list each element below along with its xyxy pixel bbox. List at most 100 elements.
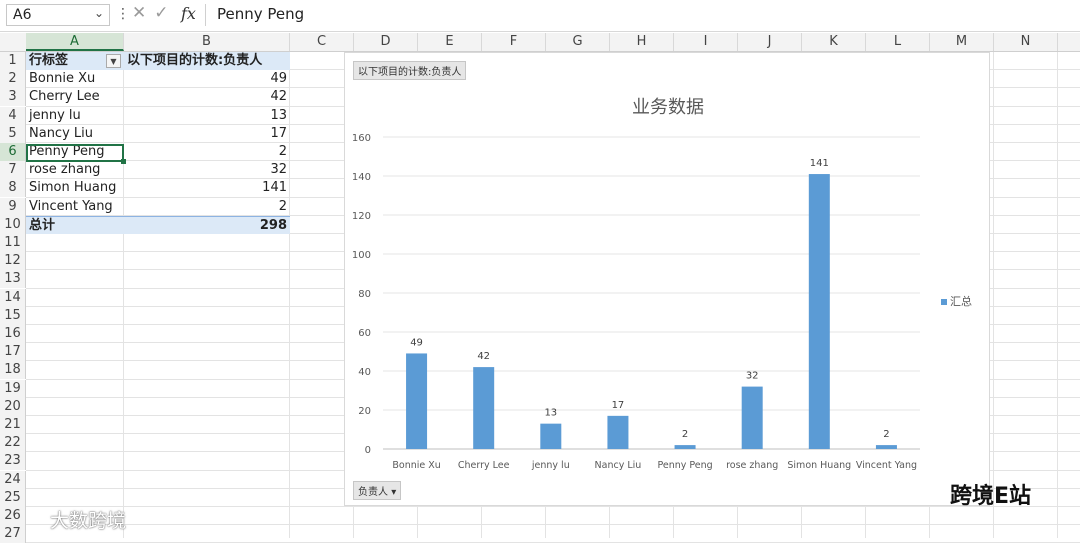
chevron-down-icon[interactable]: ⌄ [94,6,104,20]
bar[interactable] [674,445,696,449]
column-header-i[interactable]: I [674,33,738,51]
column-header-l[interactable]: L [866,33,930,51]
pivot-row-label[interactable]: rose zhang [26,161,124,179]
row-header-8[interactable]: 8 [0,179,26,198]
pivot-row-value[interactable]: 42 [124,88,290,106]
watermark-left-text: 大数跨境 [50,510,127,532]
column-header-n[interactable]: N [994,33,1058,51]
bar[interactable] [406,353,428,449]
column-header-f[interactable]: F [482,33,546,51]
row-header-1[interactable]: 1 [0,52,26,70]
pivot-header-value[interactable]: 以下项目的计数:负责人 [124,52,290,70]
bar[interactable] [473,367,495,449]
column-header-m[interactable]: M [930,33,994,51]
row-header-2[interactable]: 2 [0,70,26,89]
pivot-row-label[interactable]: Cherry Lee [26,88,124,106]
row-header-20[interactable]: 20 [0,397,26,416]
watermark-right: 跨境E站 [950,478,1031,510]
chevron-down-icon: ▾ [391,487,397,498]
pivot-total-label[interactable]: 总计 [26,215,124,234]
data-label: 42 [477,351,490,362]
row-header-9[interactable]: 9 [0,197,26,216]
row-header-10[interactable]: 10 [0,215,26,234]
formula-actions: ✕✓ [132,3,177,23]
row-header-16[interactable]: 16 [0,325,26,343]
pivot-row-value[interactable]: 2 [124,198,290,216]
pivot-row-label[interactable]: Simon Huang [26,179,124,197]
bar[interactable] [540,423,562,449]
pivot-row-label[interactable]: Nancy Liu [26,125,124,143]
close-icon[interactable]: ✕ [132,3,154,23]
legend-swatch [941,299,947,305]
data-label: 13 [544,408,557,419]
pivot-row-value[interactable]: 2 [124,143,290,161]
row-header-25[interactable]: 25 [0,488,26,507]
row-header-15[interactable]: 15 [0,306,26,325]
column-header-e[interactable]: E [418,33,482,51]
row-header-13[interactable]: 13 [0,270,26,289]
pivot-row-value[interactable]: 141 [124,179,290,197]
insert-function-icon[interactable]: fx [181,4,196,23]
pivot-chart[interactable]: 以下项目的计数:负责人 业务数据 0 20 40 60 80 100 120 140 160 49… [344,52,990,506]
row-header-26[interactable]: 26 [0,507,26,525]
row-header-24[interactable]: 24 [0,470,26,489]
pivot-row-label[interactable]: Bonnie Xu [26,70,124,88]
column-header-h[interactable]: H [610,33,674,51]
y-tick-label: 100 [352,250,371,261]
x-category-label: Penny Peng [657,460,712,471]
pivot-row-value[interactable]: 49 [124,70,290,88]
column-header-c[interactable]: C [290,33,354,51]
row-header-22[interactable]: 22 [0,434,26,453]
data-label: 17 [612,400,625,411]
pivot-row-label[interactable]: Vincent Yang [26,198,124,216]
column-headers: ABCDEFGHIJKLMN [0,33,1080,52]
pivot-row-value[interactable]: 13 [124,107,290,125]
row-header-7[interactable]: 7 [0,161,26,180]
pivot-row-value[interactable]: 17 [124,125,290,143]
row-header-27[interactable]: 27 [0,525,26,543]
row-header-11[interactable]: 11 [0,234,26,252]
bar[interactable] [607,415,629,449]
name-box[interactable]: A6 ⌄ [6,4,110,26]
watermark-left: 大数跨境 [50,506,126,533]
column-header-b[interactable]: B [124,33,290,51]
row-header-14[interactable]: 14 [0,288,26,307]
pivot-total-value[interactable]: 298 [124,215,290,234]
check-icon[interactable]: ✓ [154,3,176,23]
y-tick-label: 40 [358,367,371,378]
column-header-g[interactable]: G [546,33,610,51]
row-header-6[interactable]: 6 [0,143,26,161]
column-header-k[interactable]: K [802,33,866,51]
fill-handle[interactable] [121,159,126,164]
divider [205,4,206,26]
x-category-label: jenny lu [531,460,570,471]
formula-input[interactable]: Penny Peng [217,5,304,23]
row-header-12[interactable]: 12 [0,252,26,271]
bar[interactable] [808,174,830,450]
pivot-row-value[interactable]: 32 [124,161,290,179]
row-header-4[interactable]: 4 [0,106,26,125]
column-header-d[interactable]: D [354,33,418,51]
column-header-j[interactable]: J [738,33,802,51]
legend-label: 汇总 [950,295,972,308]
row-header-17[interactable]: 17 [0,343,26,362]
axis-field-button[interactable]: 负责人 ▾ [353,481,402,500]
watermark-right-text: 跨境E站 [950,484,1032,509]
bar[interactable] [741,386,763,449]
more-options-icon[interactable]: ⋮ [116,6,130,22]
column-header-a[interactable]: A [26,33,124,51]
row-header-19[interactable]: 19 [0,379,26,398]
row-header-5[interactable]: 5 [0,124,26,143]
x-category-label: Simon Huang [787,460,851,471]
formula-bar: A6 ⌄ ⋮ ✕✓ fx Penny Peng [0,0,1080,32]
row-header-18[interactable]: 18 [0,361,26,380]
name-box-value: A6 [13,7,32,23]
grid-hline [26,524,1080,526]
row-header-23[interactable]: 23 [0,452,26,471]
pivot-row-label[interactable]: jenny lu [26,107,124,125]
filter-dropdown-icon[interactable]: ▼ [106,54,121,68]
row-header-21[interactable]: 21 [0,416,26,434]
bar[interactable] [875,445,897,449]
chart-legend[interactable]: 汇总 [941,293,972,309]
row-header-3[interactable]: 3 [0,88,26,107]
